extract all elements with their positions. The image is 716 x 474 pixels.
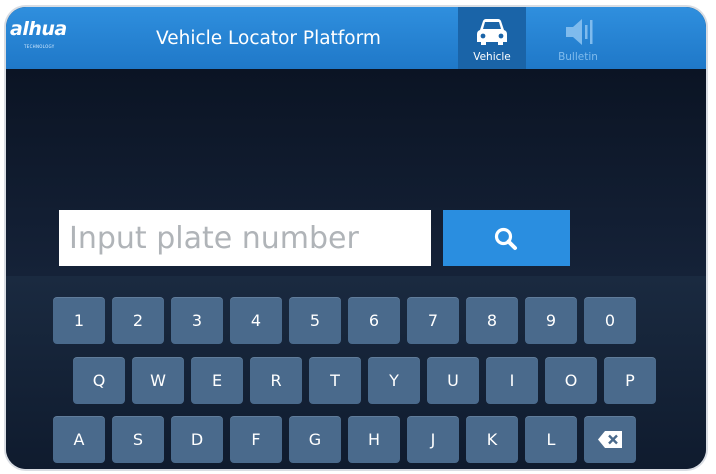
car-icon — [458, 16, 526, 48]
key-6[interactable]: 6 — [348, 297, 400, 344]
key-a[interactable]: A — [53, 416, 105, 463]
key-0[interactable]: 0 — [584, 297, 636, 344]
key-j[interactable]: J — [407, 416, 459, 463]
key-f[interactable]: F — [230, 416, 282, 463]
key-y[interactable]: Y — [368, 357, 420, 404]
speaker-icon — [544, 16, 612, 48]
tab-bulletin-label: Bulletin — [558, 51, 598, 63]
app-frame: alhua TECHNOLOGY Vehicle Locator Platfor… — [6, 7, 706, 469]
key-2[interactable]: 2 — [112, 297, 164, 344]
key-i[interactable]: I — [486, 357, 538, 404]
search-icon — [494, 227, 517, 250]
backspace-key[interactable] — [584, 416, 636, 463]
key-w[interactable]: W — [132, 357, 184, 404]
key-u[interactable]: U — [427, 357, 479, 404]
search-button[interactable] — [443, 210, 570, 266]
key-h[interactable]: H — [348, 416, 400, 463]
key-9[interactable]: 9 — [525, 297, 577, 344]
key-g[interactable]: G — [289, 416, 341, 463]
key-t[interactable]: T — [309, 357, 361, 404]
key-k[interactable]: K — [466, 416, 518, 463]
key-5[interactable]: 5 — [289, 297, 341, 344]
brand-logo: alhua — [10, 18, 67, 40]
key-4[interactable]: 4 — [230, 297, 282, 344]
key-1[interactable]: 1 — [53, 297, 105, 344]
backspace-icon — [598, 431, 622, 448]
key-8[interactable]: 8 — [466, 297, 518, 344]
on-screen-keyboard: 1 2 3 4 5 6 7 8 9 0 Q W E R T Y U I O P … — [6, 276, 706, 469]
key-d[interactable]: D — [171, 416, 223, 463]
header-bar: alhua TECHNOLOGY Vehicle Locator Platfor… — [6, 7, 706, 69]
app-title: Vehicle Locator Platform — [156, 28, 381, 49]
key-q[interactable]: Q — [73, 357, 125, 404]
key-e[interactable]: E — [191, 357, 243, 404]
key-o[interactable]: O — [545, 357, 597, 404]
tab-vehicle[interactable]: Vehicle — [458, 7, 526, 69]
key-p[interactable]: P — [604, 357, 656, 404]
key-7[interactable]: 7 — [407, 297, 459, 344]
key-3[interactable]: 3 — [171, 297, 223, 344]
key-s[interactable]: S — [112, 416, 164, 463]
key-l[interactable]: L — [525, 416, 577, 463]
plate-number-input[interactable] — [59, 210, 431, 266]
key-r[interactable]: R — [250, 357, 302, 404]
tab-bulletin[interactable]: Bulletin — [544, 7, 612, 69]
tab-vehicle-label: Vehicle — [473, 51, 511, 63]
brand-logo-subtext: TECHNOLOGY — [24, 44, 55, 49]
